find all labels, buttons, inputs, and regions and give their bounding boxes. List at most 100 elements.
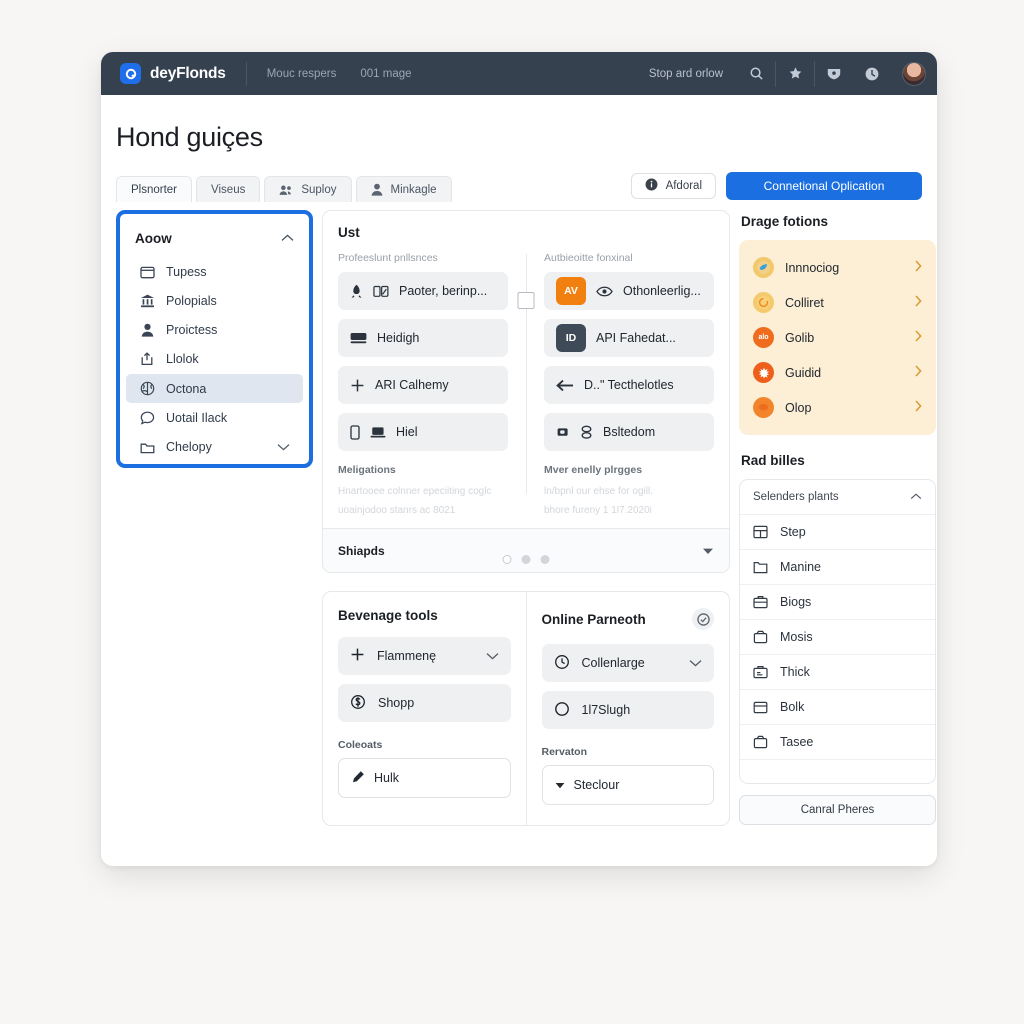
note-title: Meligations — [338, 464, 396, 476]
coleoats-field[interactable]: Hulk — [338, 758, 511, 798]
laptop-icon — [370, 426, 386, 439]
payment-row-collenlarge[interactable]: Collenlarge — [541, 644, 714, 682]
chevron-right-icon[interactable] — [915, 400, 922, 415]
list-item-tasee[interactable]: Tasee — [740, 724, 935, 759]
avatar[interactable] — [891, 52, 937, 95]
chevron-down-icon[interactable] — [486, 649, 499, 663]
promo-avatar-icon — [753, 257, 774, 278]
list-item[interactable]: Heidigh — [338, 319, 508, 357]
star-icon[interactable] — [776, 52, 814, 95]
tools-row-label: Flammenę — [377, 649, 437, 663]
promo-item-colliret[interactable]: Colliret — [751, 285, 924, 320]
promo-item-golib[interactable]: alo Golib — [751, 320, 924, 355]
top-bar-right: Stop ard orlow — [649, 52, 937, 95]
tab-minkagle[interactable]: Minkagle — [355, 176, 452, 202]
top-nav-item-0[interactable]: Mouc respers — [267, 68, 337, 80]
chevron-right-icon[interactable] — [915, 365, 922, 380]
list-item[interactable]: Bsltedom — [544, 413, 714, 451]
sidebar-item-chelopy[interactable]: Chelopy — [126, 433, 303, 461]
main-card-footer: Shiapds — [323, 528, 729, 572]
selenders-plants-header[interactable]: Selenders plants — [740, 480, 935, 514]
pager-dot[interactable] — [521, 555, 531, 564]
sidebar-item-label: Uotail Ilack — [166, 411, 228, 425]
promo-item-olop[interactable]: Olop — [751, 390, 924, 425]
rervaton-field[interactable]: Steclour — [541, 765, 714, 805]
canral-pheres-button[interactable]: Canral Pheres — [739, 795, 936, 825]
list-item-bolk[interactable]: Bolk — [740, 689, 935, 724]
tools-row-shopp[interactable]: Shopp — [338, 684, 511, 722]
chevron-right-icon[interactable] — [915, 260, 922, 275]
promo-avatar-icon: alo — [753, 327, 774, 348]
main-right-column: Autbieoitte fonxinal AV Othonleerlig... … — [526, 250, 714, 520]
clock-icon[interactable] — [853, 52, 891, 95]
sidebar-item-proictess[interactable]: Proictess — [126, 316, 303, 344]
list-item[interactable]: AV Othonleerlig... — [544, 272, 714, 310]
list-item[interactable]: D.." Tecthelotles — [544, 366, 714, 404]
payment-row-slugh[interactable]: 1l7Slugh — [541, 691, 714, 729]
tab-plsnorter[interactable]: Plsnorter — [116, 176, 193, 202]
promo-avatar-icon — [753, 362, 774, 383]
sidebar-item-polopials[interactable]: Polopials — [126, 287, 303, 315]
sidebar-item-llolok[interactable]: Llolok — [126, 345, 303, 373]
chevron-down-icon[interactable] — [689, 656, 702, 670]
tools-row-label: Shopp — [378, 696, 415, 710]
list-item-label: Othonleerlig... — [623, 284, 701, 298]
divider-handle[interactable] — [517, 292, 535, 309]
top-nav-item-1[interactable]: 001 mage — [360, 68, 411, 80]
primary-button-label: Connetional Oplication — [763, 179, 885, 193]
sidebar-item-uotail-ilack[interactable]: Uotail Ilack — [126, 404, 303, 432]
chevron-right-icon[interactable] — [915, 295, 922, 310]
sidebar-header[interactable]: Aoow — [122, 216, 307, 257]
list-item[interactable]: ARI Calhemy — [338, 366, 508, 404]
caret-down-icon[interactable] — [702, 542, 714, 560]
list-item[interactable]: ID API Fahedat... — [544, 319, 714, 357]
promo-item-guidid[interactable]: Guidid — [751, 355, 924, 390]
sidebar-item-label: Proictess — [166, 323, 218, 337]
shield-icon[interactable] — [815, 52, 853, 95]
folder-icon — [139, 441, 155, 454]
connetional-oplication-button[interactable]: Connetional Oplication — [726, 172, 922, 200]
content-area: Aoow Tupess Polopials Proictess Llolok O… — [101, 202, 937, 826]
tools-payment-card: Bevenage tools Flammenę Shopp Coleoats H… — [322, 591, 730, 826]
list-item[interactable]: Hiel — [338, 413, 508, 451]
selenders-plants-label: Selenders plants — [753, 491, 839, 503]
list-item-thick[interactable]: Thick — [740, 654, 935, 689]
pager-dot[interactable] — [502, 555, 512, 564]
search-icon[interactable] — [737, 52, 775, 95]
av-badge: AV — [556, 277, 586, 305]
payment-mini-label: Rervaton — [541, 746, 588, 758]
chevron-up-icon[interactable] — [281, 229, 294, 247]
list-item-biogs[interactable]: Biogs — [740, 584, 935, 619]
list-item-label: ARI Calhemy — [375, 378, 449, 392]
chevron-up-icon[interactable] — [910, 491, 922, 503]
sidebar-item-octona[interactable]: Octona — [126, 374, 303, 403]
tools-row-flammen[interactable]: Flammenę — [338, 637, 511, 675]
column-divider — [526, 254, 527, 494]
pager-dot[interactable] — [540, 555, 550, 564]
promo-item-innnociog[interactable]: Innnociog — [751, 250, 924, 285]
payment-card-title: Online Parneoth — [541, 611, 646, 627]
pager-dots — [502, 555, 550, 564]
check-circle-icon[interactable] — [692, 608, 714, 630]
payment-card-header: Online Parneoth — [541, 608, 714, 644]
list-item-manine[interactable]: Manine — [740, 549, 935, 584]
brand[interactable]: deyFlonds — [101, 63, 246, 84]
pencil-icon — [351, 770, 365, 787]
right-column: Drage fotions Innnociog Colliret alo Gol… — [739, 210, 936, 825]
list-item-mosis[interactable]: Mosis — [740, 619, 935, 654]
image-icon — [373, 285, 389, 298]
list-item-step[interactable]: Step — [740, 514, 935, 549]
chevron-down-icon[interactable] — [277, 440, 290, 454]
tab-label: Plsnorter — [131, 183, 178, 196]
afdoral-button[interactable]: Afdoral — [630, 173, 716, 199]
sidebar-item-tupess[interactable]: Tupess — [126, 258, 303, 286]
list-item-label: Bsltedom — [603, 425, 656, 439]
selenders-plants-card: Selenders plants Step Manine Biogs Mosis… — [739, 479, 936, 784]
list-item-label: Manine — [780, 560, 821, 574]
tab-viseus[interactable]: Viseus — [196, 176, 261, 202]
top-nav: Mouc respers 001 mage — [247, 68, 412, 80]
list-item[interactable]: Paoter, berinp... — [338, 272, 508, 310]
chevron-right-icon[interactable] — [915, 330, 922, 345]
window-icon — [139, 266, 155, 279]
tab-suploy[interactable]: Suploy — [264, 176, 352, 202]
